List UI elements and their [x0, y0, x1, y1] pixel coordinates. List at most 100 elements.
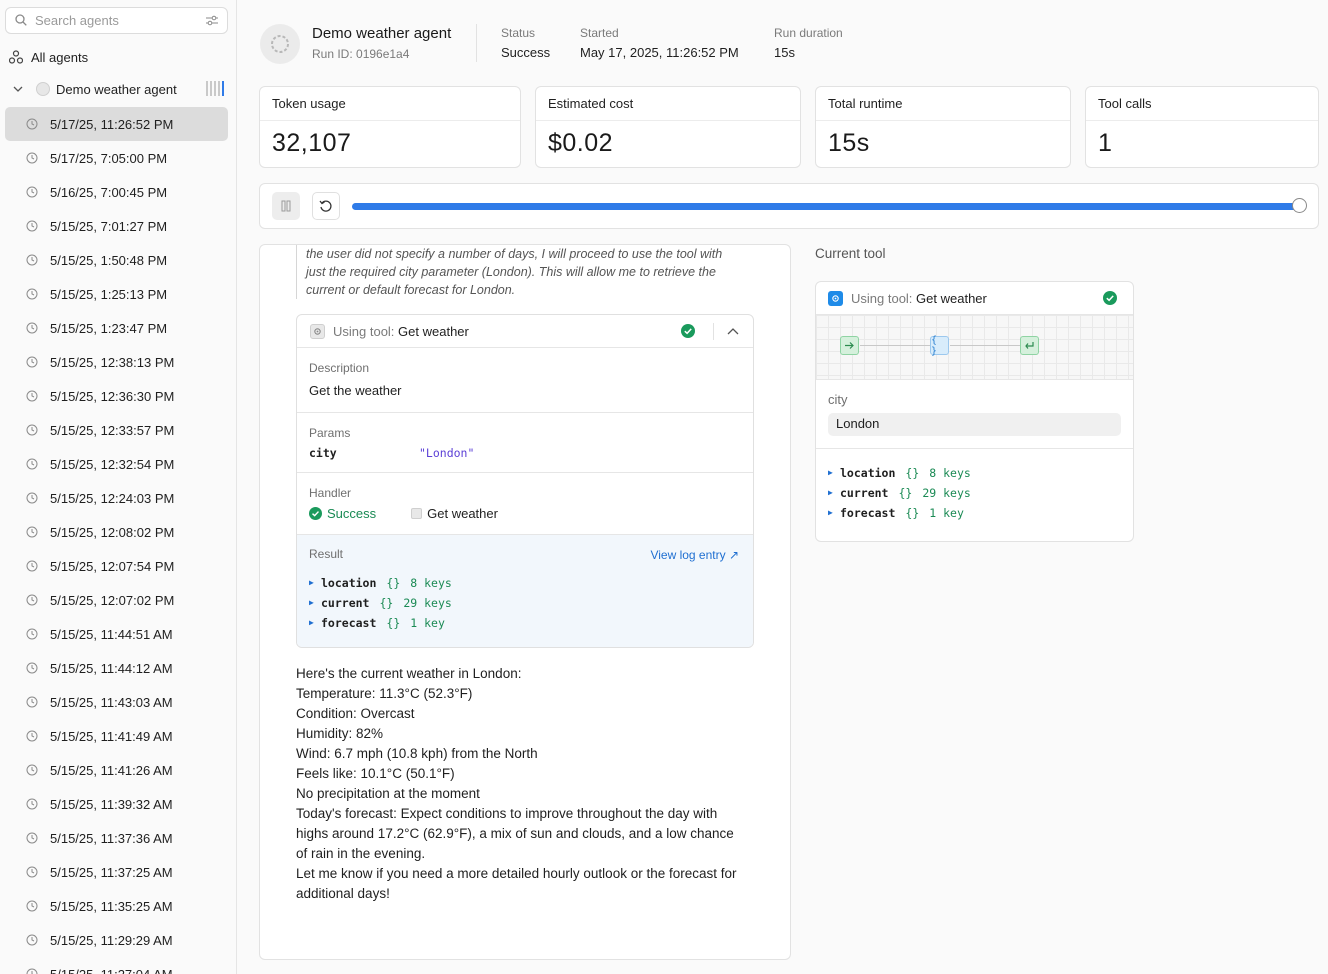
status-label: Status [501, 26, 536, 40]
input-node[interactable] [840, 336, 859, 355]
chevron-up-icon[interactable] [727, 326, 739, 336]
answer-line: Let me know if you need a more detailed … [296, 866, 737, 881]
clock-icon [26, 594, 38, 606]
current-tool-card: Using tool: Get weather { } city London … [815, 281, 1134, 542]
run-item[interactable]: 5/15/25, 11:37:25 AM [5, 855, 228, 889]
expand-triangle-icon[interactable]: ▶ [309, 593, 321, 613]
run-item[interactable]: 5/15/25, 12:32:54 PM [5, 447, 228, 481]
return-icon [1025, 342, 1034, 349]
answer-line: Today's forecast: Expect conditions to i… [296, 806, 718, 821]
run-timestamp: 5/15/25, 11:41:49 AM [50, 728, 173, 744]
all-agents-label: All agents [31, 49, 89, 65]
run-item[interactable]: 5/15/25, 1:25:13 PM [5, 277, 228, 311]
run-item[interactable]: 5/15/25, 11:35:25 AM [5, 889, 228, 923]
json-tree-row[interactable]: ▶ location {} 8 keys [828, 463, 1121, 483]
json-tree-row[interactable]: ▶ forecast {} 1 key [828, 503, 1121, 523]
assistant-answer: Here's the current weather in London: Tem… [296, 664, 766, 904]
run-item[interactable]: 5/15/25, 1:23:47 PM [5, 311, 228, 345]
pause-button[interactable] [272, 192, 300, 220]
run-timestamp: 5/15/25, 11:27:04 AM [50, 966, 173, 974]
token-usage-card: Token usage 32,107 [259, 86, 521, 168]
run-timestamp: 5/15/25, 12:32:54 PM [50, 456, 175, 472]
run-item[interactable]: 5/15/25, 12:24:03 PM [5, 481, 228, 515]
expand-triangle-icon[interactable]: ▶ [828, 483, 840, 503]
description-label: Description [309, 361, 370, 375]
arrow-right-icon [845, 342, 854, 349]
clock-icon [26, 696, 38, 708]
run-timestamp: 5/15/25, 11:44:12 AM [50, 660, 173, 676]
handler-row: Success Get weather [309, 506, 741, 521]
city-value: London [828, 413, 1121, 436]
current-tool-header: Using tool: Get weather [816, 282, 1133, 315]
handler-label: Handler [309, 486, 352, 500]
json-brace: {} [898, 486, 913, 500]
token-usage-value: 32,107 [272, 129, 352, 157]
run-item[interactable]: 5/15/25, 12:07:02 PM [5, 583, 228, 617]
run-item[interactable]: 5/15/25, 11:44:51 AM [5, 617, 228, 651]
agent-name: Demo weather agent [56, 81, 177, 97]
json-key: location [840, 466, 896, 480]
city-param: city London [816, 380, 1133, 449]
json-count: 1 key [410, 616, 445, 630]
clock-icon [26, 764, 38, 776]
sliders-icon[interactable] [206, 15, 218, 26]
run-item[interactable]: 5/15/25, 11:41:26 AM [5, 753, 228, 787]
json-key: current [321, 596, 370, 610]
json-tree-row[interactable]: ▶ forecast {} 1 key [309, 613, 741, 633]
run-item[interactable]: 5/15/25, 12:07:54 PM [5, 549, 228, 583]
run-item[interactable]: 5/15/25, 11:44:12 AM [5, 651, 228, 685]
expand-triangle-icon[interactable]: ▶ [828, 503, 840, 523]
run-item[interactable]: 5/15/25, 1:50:48 PM [5, 243, 228, 277]
run-item[interactable]: 5/15/25, 12:38:13 PM [5, 345, 228, 379]
progress-track[interactable] [352, 203, 1300, 210]
tool-call-title: Using tool: Get weather [333, 324, 469, 339]
expand-triangle-icon[interactable]: ▶ [309, 573, 321, 593]
tool-call-header[interactable]: Using tool: Get weather [297, 315, 753, 348]
all-agents-link[interactable]: All agents [9, 48, 88, 66]
expand-triangle-icon[interactable]: ▶ [828, 463, 840, 483]
json-count: 8 keys [929, 466, 971, 480]
run-item[interactable]: 5/15/25, 11:41:49 AM [5, 719, 228, 753]
run-item[interactable]: 5/15/25, 7:01:27 PM [5, 209, 228, 243]
run-item[interactable]: 5/15/25, 11:37:36 AM [5, 821, 228, 855]
started-label: Started [580, 26, 619, 40]
clock-icon [26, 900, 38, 912]
run-item[interactable]: 5/15/25, 11:39:32 AM [5, 787, 228, 821]
check-circle-icon [681, 324, 695, 338]
run-item[interactable]: 5/15/25, 11:43:03 AM [5, 685, 228, 719]
replay-button[interactable] [312, 192, 340, 220]
json-key: forecast [840, 506, 896, 520]
return-node[interactable] [1020, 336, 1039, 355]
progress-thumb[interactable] [1292, 198, 1307, 213]
run-item[interactable]: 5/15/25, 12:36:30 PM [5, 379, 228, 413]
run-item[interactable]: 5/15/25, 11:29:29 AM [5, 923, 228, 957]
tool-calls-card: Tool calls 1 [1085, 86, 1319, 168]
json-tree-row[interactable]: ▶ current {} 29 keys [309, 593, 741, 613]
result-tree: ▶ location{} 8 keys ▶ current{} 29 keys ▶ forec… [309, 573, 741, 633]
json-tree-row[interactable]: ▶ location {} 8 keys [309, 573, 741, 593]
answer-line: additional days! [296, 886, 390, 901]
run-item[interactable]: 5/17/25, 7:05:00 PM [5, 141, 228, 175]
view-log-entry-link[interactable]: View log entry ↗ [650, 548, 739, 562]
run-item[interactable]: 5/16/25, 7:00:45 PM [5, 175, 228, 209]
expand-triangle-icon[interactable]: ▶ [309, 613, 321, 633]
chevron-down-icon[interactable] [12, 83, 24, 95]
param-row: city "London" [309, 446, 741, 460]
agent-item-demo-weather[interactable]: Demo weather agent [12, 79, 226, 99]
pause-icon [281, 200, 291, 212]
run-item[interactable]: 5/15/25, 12:08:02 PM [5, 515, 228, 549]
run-timestamp: 5/17/25, 11:26:52 PM [50, 116, 174, 132]
run-timestamp: 5/15/25, 12:07:54 PM [50, 558, 175, 574]
run-item[interactable]: 5/15/25, 12:33:57 PM [5, 413, 228, 447]
search-input[interactable] [35, 11, 195, 30]
json-key: forecast [321, 616, 377, 630]
handler-name: Get weather [427, 506, 498, 521]
run-item[interactable]: 5/15/25, 11:27:04 AM [5, 957, 228, 974]
run-item[interactable]: 5/17/25, 11:26:52 PM [5, 107, 228, 141]
current-tool-result-tree: ▶ location{} 8 keys ▶ current{} 29 keys ▶ forec… [816, 449, 1133, 523]
clock-icon [26, 560, 38, 572]
tool-node[interactable]: { } [930, 335, 949, 357]
reasoning-line: the user did not specify a number of day… [306, 247, 723, 261]
handler-section: Handler Success Get weather [297, 473, 753, 535]
json-tree-row[interactable]: ▶ current {} 29 keys [828, 483, 1121, 503]
